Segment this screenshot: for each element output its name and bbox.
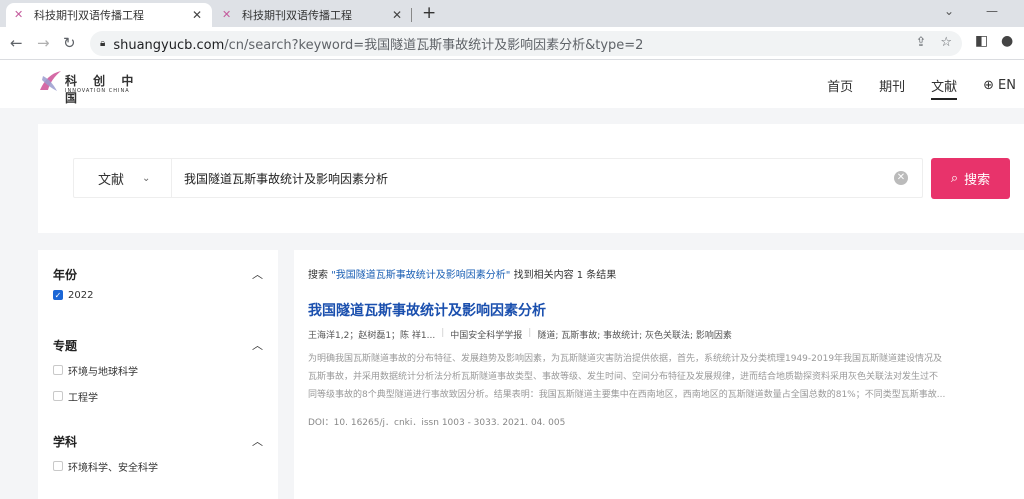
result-journal[interactable]: 中国安全科学学报: [450, 328, 522, 341]
minimize-icon[interactable]: —: [986, 4, 998, 18]
chevron-up-icon[interactable]: ︿: [252, 266, 263, 282]
meta-divider: |: [441, 328, 445, 338]
share-icon[interactable]: ⇪: [915, 35, 926, 50]
tab-title: 科技期刊双语传播工程: [242, 9, 352, 22]
chevron-up-icon[interactable]: ︿: [252, 337, 263, 353]
result-meta: 王海洋1,2；赵树磊1；陈 祥1... | 中国安全科学学报 | 隧道; 瓦斯事…: [308, 328, 732, 341]
search-panel: 文献 ⌄ 我国隧道瓦斯事故统计及影响因素分析 ✕ ⌕ 搜索: [38, 124, 1024, 233]
checkbox[interactable]: [53, 365, 63, 375]
tab-close-icon[interactable]: ✕: [190, 8, 204, 22]
filter-option[interactable]: ✓ 2022: [53, 286, 263, 304]
filter-header[interactable]: 年份 ︿: [53, 266, 263, 282]
filter-group-topic: 专题 ︿ 环境与地球科学 工程学: [53, 337, 263, 405]
filter-title: 年份: [53, 267, 78, 282]
filter-sidebar: 年份 ︿ ✓ 2022 专题 ︿ 环境与地球科学 工程学 学科 ︿ 环境科学、安…: [38, 250, 278, 499]
summary-prefix: 搜索: [308, 270, 332, 281]
url-text: shuangyucb.com/cn/search?keyword=我国隧道瓦斯事…: [113, 34, 643, 53]
lock-icon: 🔒︎: [100, 38, 106, 49]
filter-option-label: 环境科学、安全科学: [68, 462, 158, 474]
search-scope-value: 文献: [98, 172, 125, 188]
results-panel: 搜索 "我国隧道瓦斯事故统计及影响因素分析" 找到相关内容 1 条结果 我国隧道…: [294, 250, 1024, 499]
result-abstract: 为明确我国瓦斯隧道事故的分布特征、发展趋势及影响因素，为瓦斯隧道灾害防治提供依据…: [308, 350, 1024, 404]
forward-arrow-icon[interactable]: →: [37, 33, 50, 53]
address-bar[interactable]: 🔒︎ shuangyucb.com/cn/search?keyword=我国隧道…: [90, 31, 962, 56]
filter-title: 专题: [53, 338, 78, 353]
abstract-line: 同等级事故的8个典型隧道进行事故致因分析。结果表明：我国瓦斯隧道主要集中在西南地…: [308, 390, 946, 400]
abstract-line: 瓦斯事故，并采用数据统计分析法分析瓦斯隧道事故类型、事故等级、发生时间、空间分布…: [308, 372, 939, 382]
filter-option[interactable]: 环境与地球科学: [53, 361, 263, 379]
site-logo[interactable]: 科 创 中 国 INNOVATION CHINA: [37, 66, 157, 105]
search-input[interactable]: 我国隧道瓦斯事故统计及影响因素分析: [172, 170, 894, 187]
filter-header[interactable]: 专题 ︿: [53, 337, 263, 353]
language-label: EN: [998, 78, 1016, 93]
nav-journals[interactable]: 期刊: [879, 76, 905, 95]
abstract-line: 为明确我国瓦斯隧道事故的分布特征、发展趋势及影响因素，为瓦斯隧道灾害防治提供依据…: [308, 354, 943, 364]
search-icon: ⌕: [950, 171, 959, 186]
filter-option[interactable]: 工程学: [53, 387, 263, 405]
summary-suffix: 找到相关内容 1 条结果: [510, 270, 617, 281]
clear-search-icon[interactable]: ✕: [894, 171, 908, 185]
language-switch[interactable]: ⊕ EN: [983, 76, 1016, 95]
tab-title: 科技期刊双语传播工程: [34, 9, 144, 22]
side-panel-icon[interactable]: ◧: [975, 33, 988, 49]
chevron-down-icon: ⌄: [142, 172, 151, 184]
browser-tab-active[interactable]: ✕ 科技期刊双语传播工程 ✕: [6, 3, 212, 27]
checkbox-checked[interactable]: ✓: [53, 290, 63, 300]
meta-divider: |: [528, 328, 532, 338]
logo-mark-icon: [40, 71, 61, 91]
search-button[interactable]: ⌕ 搜索: [931, 158, 1010, 199]
new-tab-plus-icon[interactable]: +: [422, 3, 436, 23]
filter-title: 学科: [53, 434, 78, 449]
result-title-link[interactable]: 我国隧道瓦斯事故统计及影响因素分析: [308, 300, 546, 320]
result-keywords: 隧道; 瓦斯事故; 事故统计; 灰色关联法; 影响因素: [537, 331, 732, 341]
browser-tab[interactable]: ✕ 科技期刊双语传播工程 ✕: [214, 3, 412, 27]
url-host: shuangyucb.com: [113, 38, 225, 53]
checkbox[interactable]: [53, 391, 63, 401]
nav-home[interactable]: 首页: [827, 76, 853, 95]
results-summary: 搜索 "我国隧道瓦斯事故统计及影响因素分析" 找到相关内容 1 条结果: [308, 266, 616, 281]
logo-text-en: INNOVATION CHINA: [65, 88, 130, 94]
filter-option[interactable]: 环境科学、安全科学: [53, 457, 263, 475]
search-scope-select[interactable]: 文献 ⌄: [74, 159, 172, 197]
filter-option-label: 2022: [68, 289, 94, 301]
search-button-label: 搜索: [964, 173, 991, 188]
filter-group-subject: 学科 ︿ 环境科学、安全科学: [53, 433, 263, 475]
checkbox[interactable]: [53, 461, 63, 471]
filter-header[interactable]: 学科 ︿: [53, 433, 263, 449]
tab-close-icon[interactable]: ✕: [390, 8, 404, 22]
filter-option-label: 工程学: [68, 392, 98, 404]
summary-keyword: "我国隧道瓦斯事故统计及影响因素分析": [331, 270, 511, 281]
profile-avatar-icon[interactable]: ●: [1001, 33, 1013, 49]
reload-icon[interactable]: ↻: [63, 33, 76, 53]
tab-search-chevron-icon[interactable]: ⌄: [944, 4, 954, 18]
back-arrow-icon[interactable]: ←: [10, 33, 23, 53]
browser-toolbar: ← → ↻ 🔒︎ shuangyucb.com/cn/search?keywor…: [0, 27, 1024, 60]
site-header: 科 创 中 国 INNOVATION CHINA 首页 期刊 文献 ⊕ EN: [0, 60, 1024, 108]
search-bar: 文献 ⌄ 我国隧道瓦斯事故统计及影响因素分析 ✕: [73, 158, 923, 198]
bookmark-star-icon[interactable]: ☆: [940, 35, 952, 50]
globe-icon: ⊕: [983, 78, 995, 93]
chevron-up-icon[interactable]: ︿: [252, 433, 263, 449]
tab-divider: [411, 8, 412, 22]
filter-group-year: 年份 ︿ ✓ 2022: [53, 266, 263, 304]
url-path: /cn/search?keyword=我国隧道瓦斯事故统计及影响因素分析&typ…: [224, 38, 644, 53]
site-favicon-icon: ✕: [222, 8, 232, 21]
browser-tab-strip: ✕ 科技期刊双语传播工程 ✕ ✕ 科技期刊双语传播工程 ✕ + ⌄ —: [0, 0, 1024, 27]
site-favicon-icon: ✕: [14, 8, 24, 21]
filter-option-label: 环境与地球科学: [68, 366, 138, 378]
main-nav: 首页 期刊 文献 ⊕ EN: [827, 76, 1024, 100]
result-doi: DOI：10. 16265/j．cnki．issn 1003 - 3033. 2…: [308, 418, 566, 428]
nav-literature[interactable]: 文献: [931, 76, 958, 100]
result-authors: 王海洋1,2；赵树磊1；陈 祥1...: [308, 331, 436, 341]
